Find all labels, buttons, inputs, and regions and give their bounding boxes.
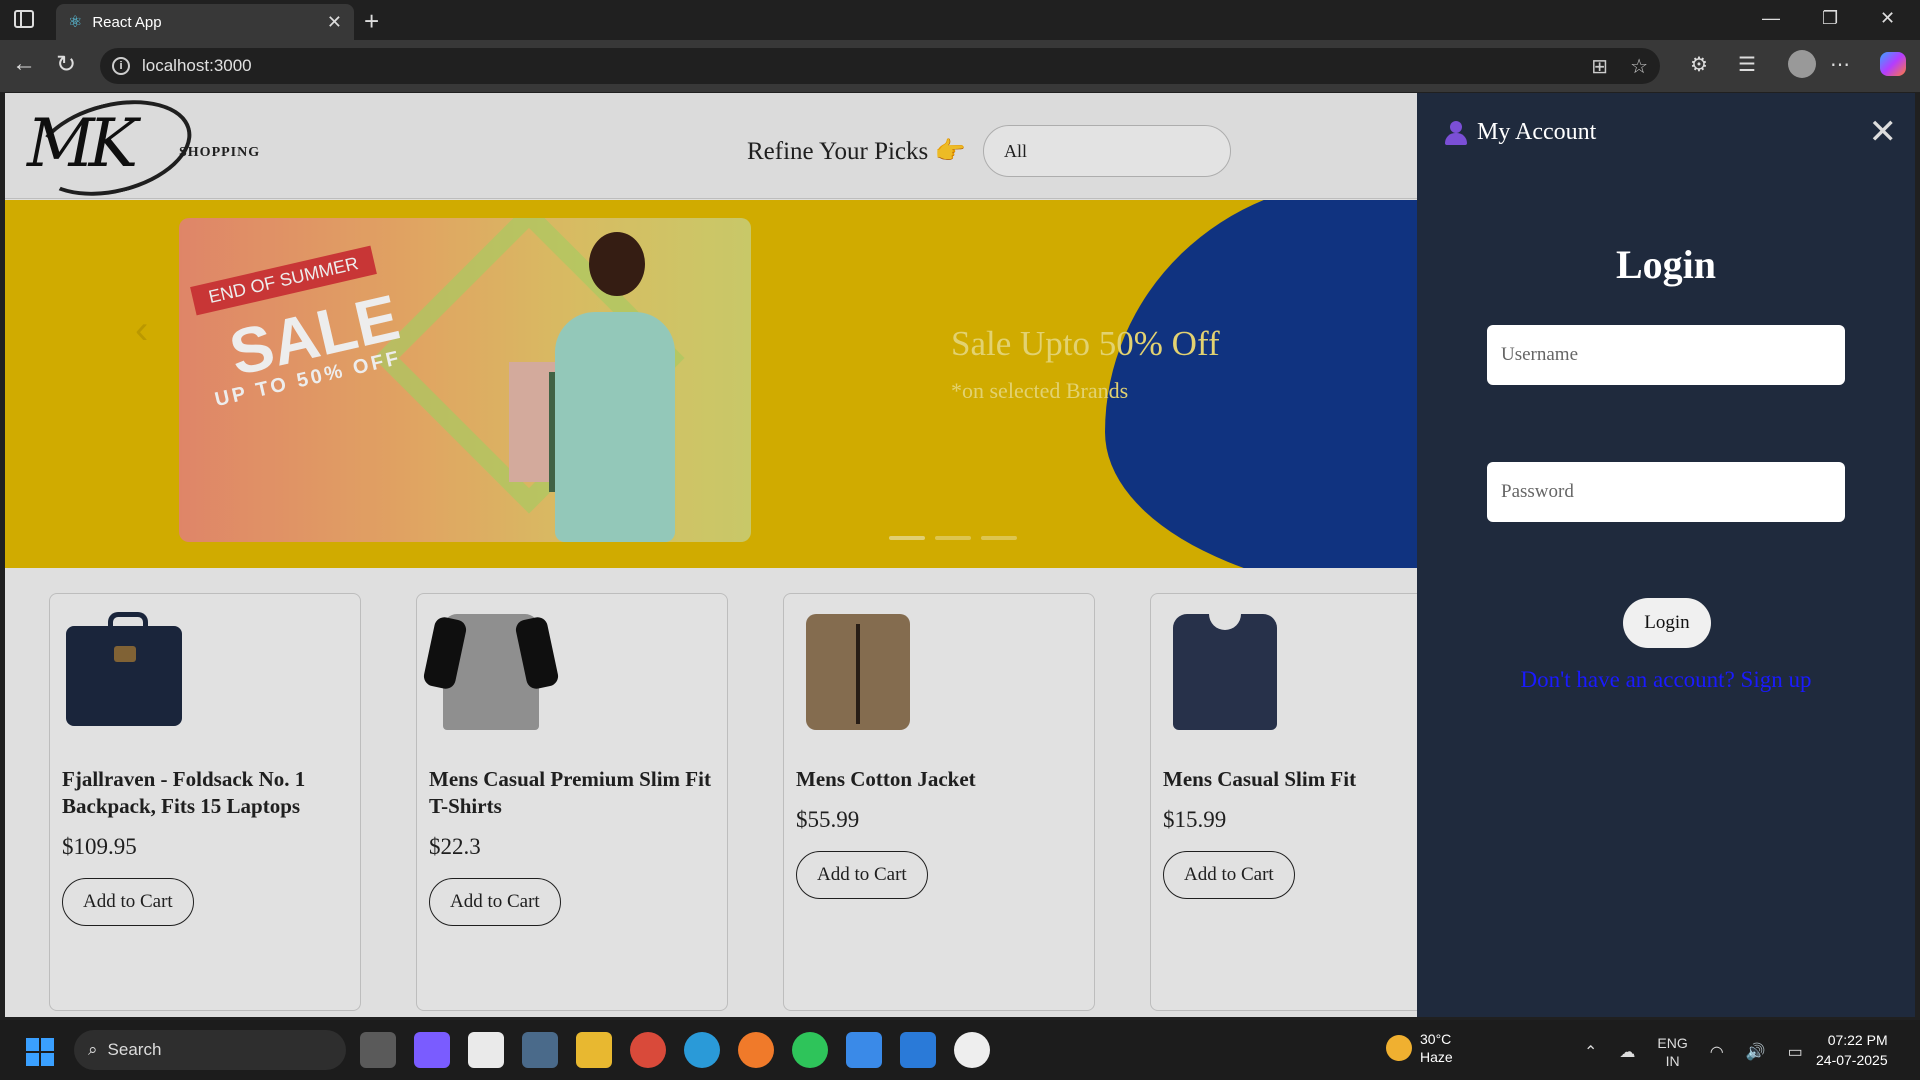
address-toolbar: ← ↻ i localhost:3000 ⊞ ☆ ⚙ ☰ ⋯ — [0, 40, 1920, 92]
chrome-icon[interactable] — [630, 1032, 666, 1068]
page-viewport: MK SHOPPING Refine Your Picks 👉 All END … — [5, 93, 1915, 1017]
more-menu-icon[interactable]: ⋯ — [1830, 52, 1850, 77]
chevron-up-icon[interactable]: ⌃ — [1584, 1042, 1597, 1062]
profile-avatar[interactable] — [1788, 50, 1816, 78]
taskbar-search[interactable]: ⌕ Search — [74, 1030, 346, 1070]
store-icon[interactable] — [468, 1032, 504, 1068]
restore-button[interactable]: ❐ — [1822, 8, 1838, 29]
whatsapp-icon[interactable] — [792, 1032, 828, 1068]
task-view-icon[interactable] — [360, 1032, 396, 1068]
site-info-icon[interactable]: i — [112, 57, 130, 75]
volume-icon[interactable]: 🔊 — [1746, 1042, 1766, 1062]
clock[interactable]: 07:22 PM 24-07-2025 — [1816, 1030, 1888, 1070]
battery-icon[interactable]: ▭ — [1788, 1042, 1803, 1062]
browser-tab[interactable]: ⚛ React App ✕ — [56, 4, 354, 40]
signup-link[interactable]: Don't have an account? Sign up — [1417, 667, 1915, 693]
lang-code: ENG — [1657, 1035, 1688, 1051]
browser-titlebar: ⚛ React App ✕ + — ❐ ✕ — [0, 0, 1920, 40]
login-heading: Login — [1615, 242, 1717, 287]
search-label: Search — [107, 1040, 162, 1059]
close-icon[interactable]: ✕ — [1869, 115, 1898, 149]
copilot-icon[interactable] — [1880, 52, 1906, 76]
login-button[interactable]: Login — [1623, 598, 1711, 648]
user-icon — [1445, 120, 1467, 145]
mongodb-icon[interactable] — [954, 1032, 990, 1068]
drawer-header: My Account — [1445, 119, 1596, 146]
username-input[interactable] — [1487, 325, 1845, 385]
vscode-icon[interactable] — [900, 1032, 936, 1068]
window-close-button[interactable]: ✕ — [1880, 8, 1895, 29]
windows-taskbar: ⌕ Search 30°C Haze ⌃ ☁ ENG IN ◠ 🔊 ▭ 07:2… — [0, 1020, 1920, 1080]
weather-widget[interactable]: 30°C Haze — [1386, 1030, 1453, 1066]
back-arrow-icon[interactable]: ← — [12, 50, 36, 78]
refresh-icon[interactable]: ↻ — [56, 50, 76, 79]
language-indicator[interactable]: ENG IN — [1657, 1034, 1687, 1070]
weather-temp: 30°C — [1420, 1031, 1452, 1047]
react-logo-icon: ⚛ — [68, 14, 83, 31]
file-explorer-icon[interactable] — [576, 1032, 612, 1068]
address-bar[interactable]: i localhost:3000 ⊞ ☆ — [100, 48, 1660, 84]
password-input[interactable] — [1487, 462, 1845, 522]
lang-region: IN — [1665, 1053, 1680, 1069]
tab-title: React App — [92, 13, 162, 31]
app-install-icon[interactable]: ⊞ — [1591, 54, 1608, 79]
account-drawer: My Account ✕ Login Login Don't have an a… — [1417, 93, 1915, 1017]
new-tab-button[interactable]: + — [364, 6, 379, 37]
url-text[interactable]: localhost:3000 — [142, 56, 252, 76]
favorites-icon[interactable]: ☰ — [1738, 52, 1756, 77]
shop-app: MK SHOPPING Refine Your Picks 👉 All END … — [5, 93, 1462, 1017]
dim-overlay[interactable] — [5, 93, 1417, 1017]
minimize-button[interactable]: — — [1762, 8, 1780, 29]
weather-sun-icon — [1386, 1035, 1412, 1061]
system-tray: ⌃ ☁ ENG IN ◠ 🔊 ▭ — [1584, 1034, 1803, 1070]
tab-close-icon[interactable]: ✕ — [327, 12, 342, 33]
edge-icon[interactable] — [684, 1032, 720, 1068]
sidebar-toggle-icon[interactable] — [14, 10, 34, 28]
favorite-star-icon[interactable]: ☆ — [1630, 54, 1648, 79]
calculator-icon[interactable] — [522, 1032, 558, 1068]
clock-time: 07:22 PM — [1827, 1032, 1888, 1048]
clock-date: 24-07-2025 — [1816, 1052, 1888, 1068]
onedrive-icon[interactable]: ☁ — [1619, 1042, 1635, 1062]
search-icon: ⌕ — [88, 1040, 98, 1059]
pinned-apps — [360, 1032, 990, 1068]
windows-start-icon[interactable] — [26, 1038, 54, 1066]
weather-desc: Haze — [1420, 1049, 1453, 1065]
firefox-icon[interactable] — [738, 1032, 774, 1068]
drawer-title: My Account — [1477, 119, 1597, 145]
notepad-icon[interactable] — [846, 1032, 882, 1068]
copilot-app-icon[interactable] — [414, 1032, 450, 1068]
extensions-icon[interactable]: ⚙ — [1690, 52, 1708, 77]
wifi-icon[interactable]: ◠ — [1710, 1042, 1724, 1062]
